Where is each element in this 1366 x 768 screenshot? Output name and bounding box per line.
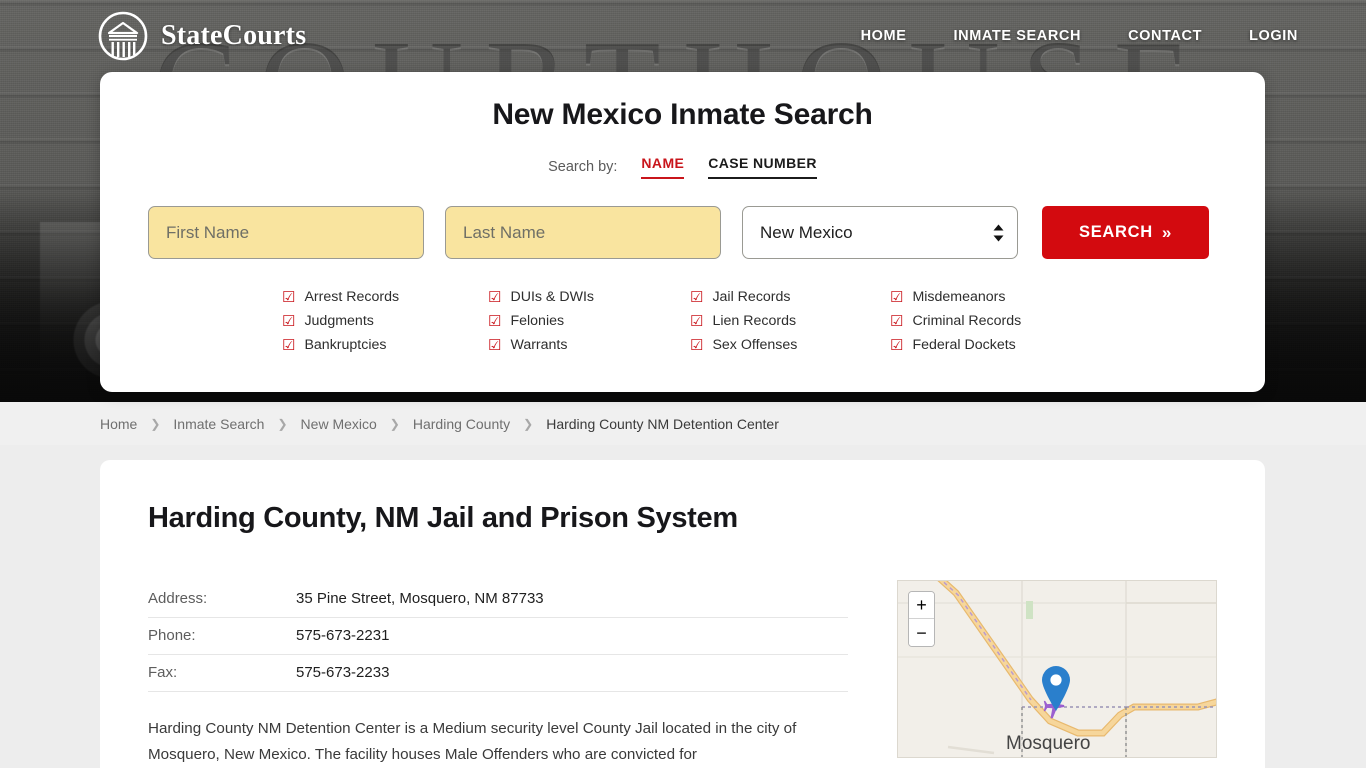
tab-name[interactable]: NAME	[641, 155, 685, 179]
chevron-right-icon: ❯	[523, 416, 534, 431]
feature-label: Felonies	[510, 313, 565, 329]
checkbox-checked-icon: ☑	[488, 336, 502, 354]
search-form: New Mexico SEARCH »	[148, 206, 1217, 259]
feature-item[interactable]: ☑ Federal Dockets	[890, 333, 1217, 357]
checkbox-checked-icon: ☑	[282, 288, 296, 306]
info-label-address: Address:	[148, 580, 296, 618]
breadcrumb-item-current: Harding County NM Detention Center	[546, 415, 779, 432]
info-label-fax: Fax:	[148, 654, 296, 692]
nav-link-home[interactable]: HOME	[861, 22, 907, 50]
feature-item[interactable]: ☑ Arrest Records	[282, 285, 488, 309]
search-by-label: Search by:	[548, 159, 618, 175]
breadcrumb: Home ❯ Inmate Search ❯ New Mexico ❯ Hard…	[0, 402, 1366, 445]
feature-item[interactable]: ☑ Lien Records	[690, 309, 890, 333]
checkbox-checked-icon: ☑	[282, 312, 296, 330]
search-by-row: Search by: NAME CASE NUMBER	[148, 155, 1217, 179]
feature-item[interactable]: ☑ DUIs & DWIs	[488, 285, 690, 309]
breadcrumb-item-inmate-search[interactable]: Inmate Search	[173, 416, 264, 432]
checkbox-checked-icon: ☑	[690, 288, 704, 306]
facility-info-column: Address: 35 Pine Street, Mosquero, NM 87…	[148, 580, 848, 768]
facility-info-table: Address: 35 Pine Street, Mosquero, NM 87…	[148, 580, 848, 692]
checkbox-checked-icon: ☑	[488, 312, 502, 330]
last-name-input[interactable]	[445, 206, 721, 259]
search-card-title: New Mexico Inmate Search	[492, 98, 873, 131]
feature-checklist: ☑ Arrest Records ☑ DUIs & DWIs ☑ Jail Recor…	[282, 285, 1217, 357]
facility-description: Harding County NM Detention Center is a …	[148, 720, 797, 763]
state-select-wrapper: New Mexico	[742, 206, 1018, 259]
breadcrumb-item-new-mexico[interactable]: New Mexico	[301, 416, 377, 432]
map-zoom-controls: + −	[908, 591, 935, 647]
checkbox-checked-icon: ☑	[690, 336, 704, 354]
feature-label: Arrest Records	[304, 289, 400, 305]
checkbox-checked-icon: ☑	[890, 288, 904, 306]
map-place-label: Mosquero	[1006, 733, 1091, 754]
checkbox-checked-icon: ☑	[690, 312, 704, 330]
brand-logo[interactable]: StateCourts	[98, 11, 306, 61]
checkbox-checked-icon: ☑	[282, 336, 296, 354]
info-value-address: 35 Pine Street, Mosquero, NM 87733	[296, 580, 848, 618]
courthouse-circle-icon	[98, 11, 148, 61]
state-select[interactable]: New Mexico	[742, 206, 1018, 259]
chevron-right-icon: ❯	[277, 416, 288, 431]
zoom-in-button[interactable]: +	[909, 592, 934, 619]
nav-link-contact[interactable]: CONTACT	[1128, 22, 1202, 50]
feature-label: Judgments	[304, 313, 374, 329]
chevron-right-icon: ❯	[389, 416, 400, 431]
feature-item[interactable]: ☑ Judgments	[282, 309, 488, 333]
nav-link-login[interactable]: LOGIN	[1249, 22, 1298, 50]
checkbox-checked-icon: ☑	[890, 336, 904, 354]
first-name-input[interactable]	[148, 206, 424, 259]
feature-item[interactable]: ☑ Jail Records	[690, 285, 890, 309]
feature-item[interactable]: ☑ Criminal Records	[890, 309, 1217, 333]
zoom-out-button[interactable]: −	[909, 619, 934, 646]
feature-label: Warrants	[510, 337, 568, 353]
breadcrumb-item-harding-county[interactable]: Harding County	[413, 416, 510, 432]
table-row: Phone: 575-673-2231	[148, 617, 848, 655]
feature-label: Lien Records	[712, 313, 797, 329]
inmate-search-card: New Mexico Inmate Search Search by: NAME…	[100, 72, 1265, 392]
table-row: Fax: 575-673-2233	[148, 654, 848, 692]
map-pin-marker-icon	[1042, 666, 1070, 711]
page-title: Harding County, NM Jail and Prison Syste…	[148, 502, 738, 534]
feature-label: Federal Dockets	[912, 337, 1016, 353]
info-value-fax: 575-673-2233	[296, 654, 848, 692]
brand-name: StateCourts	[161, 20, 307, 51]
feature-item[interactable]: ☑ Warrants	[488, 333, 690, 357]
feature-item[interactable]: ☑ Misdemeanors	[890, 285, 1217, 309]
info-label-phone: Phone:	[148, 617, 296, 655]
feature-item[interactable]: ☑ Bankruptcies	[282, 333, 488, 357]
site-header: StateCourts HOME INMATE SEARCH CONTACT L…	[0, 0, 1366, 72]
double-chevron-right-icon: »	[1161, 222, 1173, 242]
feature-label: Sex Offenses	[712, 337, 798, 353]
search-button-label: SEARCH	[1078, 223, 1153, 241]
feature-label: Bankruptcies	[304, 337, 387, 353]
feature-item[interactable]: ☑ Sex Offenses	[690, 333, 890, 357]
feature-label: Jail Records	[712, 289, 791, 305]
info-value-phone: 575-673-2231	[296, 617, 848, 655]
main-navigation: HOME INMATE SEARCH CONTACT LOGIN	[861, 22, 1298, 50]
feature-item[interactable]: ☑ Felonies	[488, 309, 690, 333]
facility-content-card: Harding County, NM Jail and Prison Syste…	[100, 460, 1265, 768]
feature-label: Criminal Records	[912, 313, 1022, 329]
feature-label: DUIs & DWIs	[510, 289, 594, 305]
tab-case-number[interactable]: CASE NUMBER	[708, 155, 817, 179]
feature-label: Misdemeanors	[912, 289, 1006, 305]
breadcrumb-item-home[interactable]: Home	[100, 416, 137, 432]
checkbox-checked-icon: ☑	[890, 312, 904, 330]
checkbox-checked-icon: ☑	[488, 288, 502, 306]
search-button[interactable]: SEARCH »	[1042, 206, 1209, 259]
facility-body: Address: 35 Pine Street, Mosquero, NM 87…	[148, 580, 1217, 768]
nav-link-inmate-search[interactable]: INMATE SEARCH	[954, 22, 1082, 50]
table-row: Address: 35 Pine Street, Mosquero, NM 87…	[148, 580, 848, 618]
location-map[interactable]: Mosquero + −	[897, 580, 1217, 758]
chevron-right-icon: ❯	[150, 416, 161, 431]
